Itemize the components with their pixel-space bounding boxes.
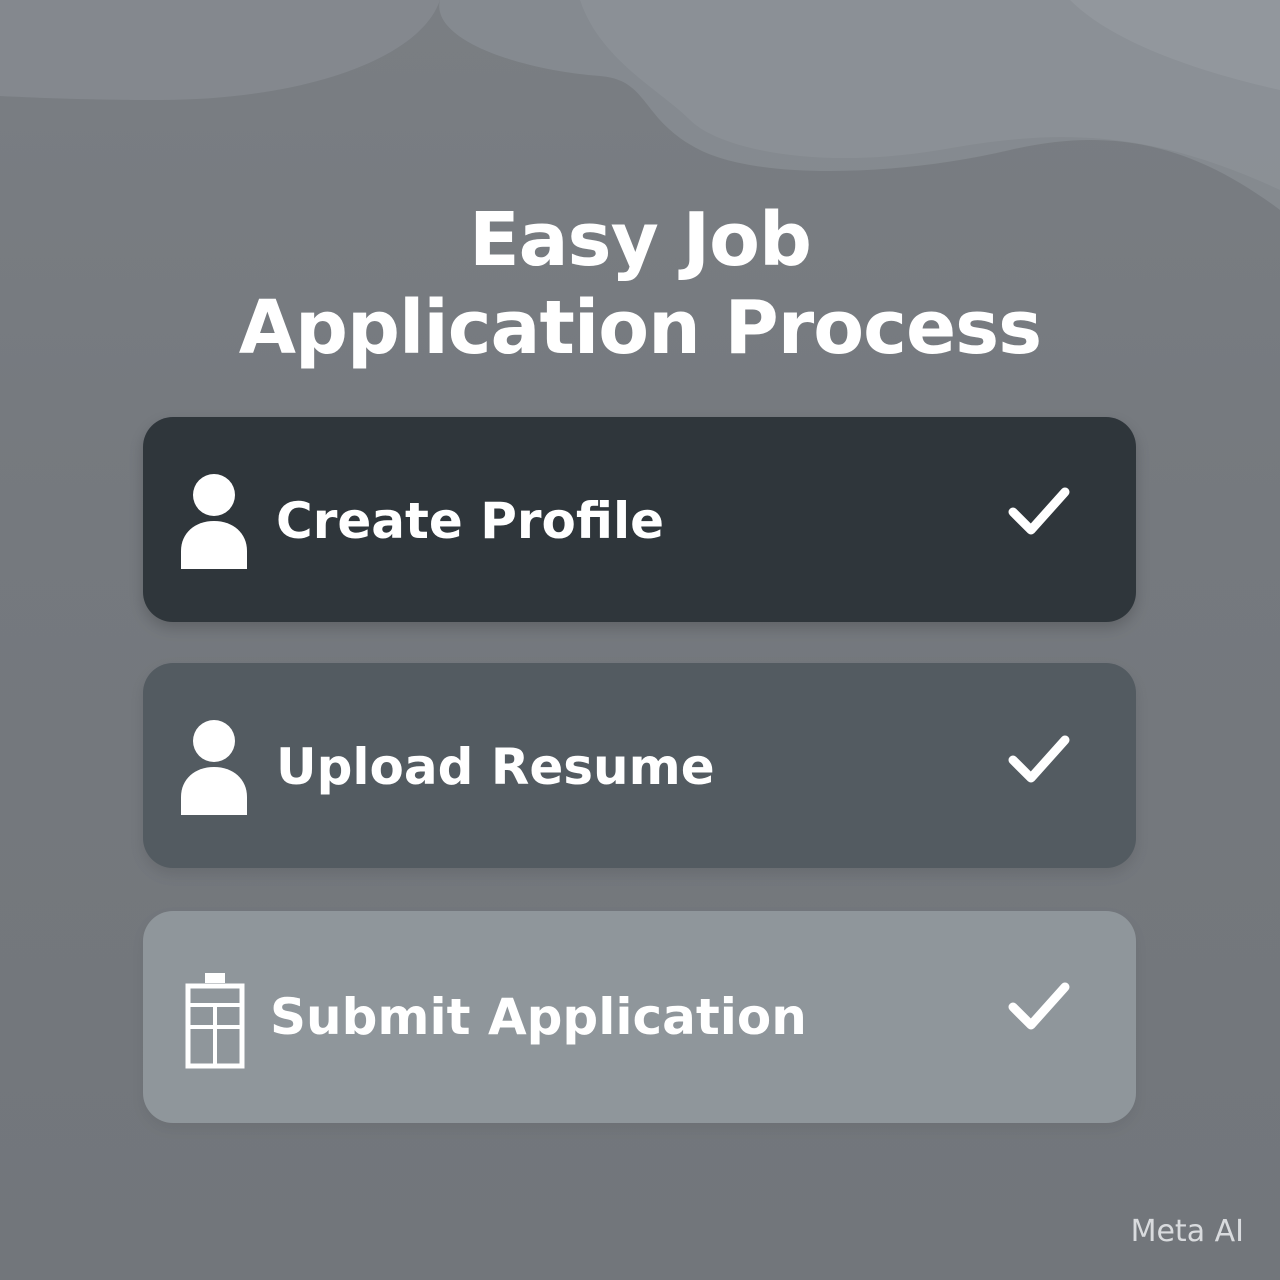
watermark-text: Meta AI <box>1130 1214 1244 1249</box>
user-icon <box>181 720 247 815</box>
checkmark-icon <box>1008 735 1070 783</box>
step-label: Upload Resume <box>276 738 715 796</box>
checkmark-icon <box>1008 982 1070 1030</box>
checkmark-icon <box>1008 487 1070 535</box>
step-card-create-profile[interactable]: Create Profile <box>143 417 1136 622</box>
step-label: Create Profile <box>276 492 664 550</box>
user-icon <box>181 474 247 569</box>
page-title-line-1: Easy Job <box>469 197 812 283</box>
clipboard-icon <box>185 973 245 1069</box>
step-card-submit-application[interactable]: Submit Application <box>143 911 1136 1123</box>
page-title-line-2: Application Process <box>238 285 1042 371</box>
step-label: Submit Application <box>270 988 807 1046</box>
step-card-upload-resume[interactable]: Upload Resume <box>143 663 1136 868</box>
